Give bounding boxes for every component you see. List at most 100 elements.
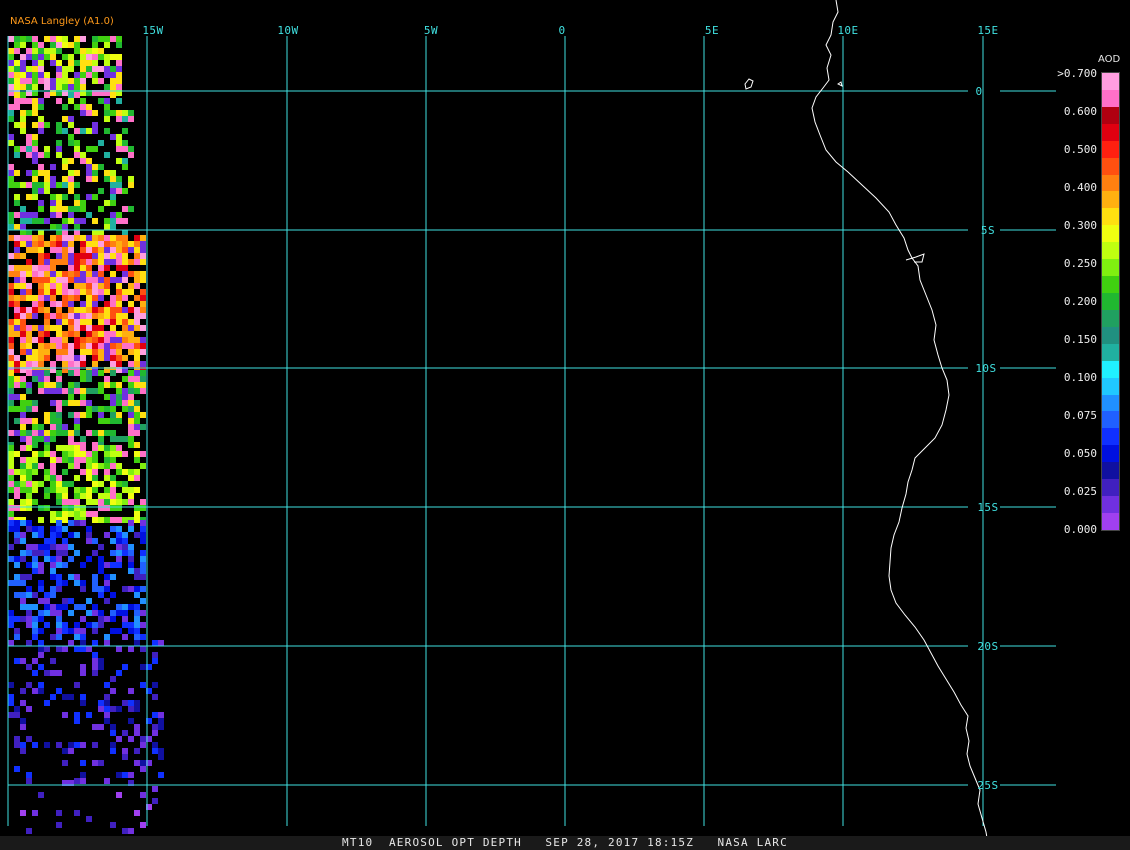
aerosol-pixel [128, 706, 134, 712]
aerosol-pixel [50, 517, 56, 523]
aerosol-pixel [68, 307, 74, 313]
aerosol-pixel [26, 295, 32, 301]
aerosol-pixel [98, 78, 104, 84]
aerosol-pixel [80, 664, 86, 670]
aerosol-pixel [50, 562, 56, 568]
aerosol-pixel [140, 313, 146, 319]
aerosol-pixel [80, 48, 86, 54]
aerosol-pixel [14, 361, 20, 367]
aerosol-pixel [20, 224, 26, 230]
aerosol-pixel [116, 469, 122, 475]
aerosol-pixel [32, 469, 38, 475]
legend-colorbar [1101, 72, 1120, 531]
aerosol-pixel [92, 652, 98, 658]
aerosol-pixel [20, 128, 26, 134]
aerosol-pixel [32, 42, 38, 48]
aerosol-pixel [98, 355, 104, 361]
aerosol-pixel [44, 146, 50, 152]
aerosol-pixel [26, 370, 32, 376]
map-view[interactable]: 15W 10W 5W 0 5E 10E 15E 0 5S 10S 15S 20S… [0, 0, 1130, 850]
aerosol-pixel [62, 598, 68, 604]
aerosol-pixel [116, 116, 122, 122]
aerosol-pixel [104, 218, 110, 224]
aerosol-pixel [50, 301, 56, 307]
aerosol-pixel [140, 361, 146, 367]
aerosol-pixel [50, 164, 56, 170]
aerosol-pixel [80, 388, 86, 394]
aerosol-pixel [50, 200, 56, 206]
aerosol-pixel [110, 412, 116, 418]
aerosol-pixel [44, 412, 50, 418]
aerosol-pixel [32, 442, 38, 448]
aerosol-pixel [80, 628, 86, 634]
aerosol-pixel [62, 445, 68, 451]
aerosol-pixel [38, 164, 44, 170]
aerosol-pixel [14, 538, 20, 544]
aerosol-pixel [68, 505, 74, 511]
aerosol-pixel [128, 325, 134, 331]
aerosol-pixel [8, 622, 14, 628]
aerosol-pixel [128, 382, 134, 388]
aerosol-pixel [68, 206, 74, 212]
aerosol-pixel [116, 610, 122, 616]
aerosol-pixel [86, 265, 92, 271]
aerosol-pixel [68, 170, 74, 176]
africa-coastline [811, 0, 990, 850]
aerosol-pixel [50, 224, 56, 230]
aerosol-pixel [20, 436, 26, 442]
aerosol-pixel [32, 361, 38, 367]
aerosol-pixel [68, 556, 74, 562]
aerosol-pixel [104, 457, 110, 463]
aerosol-pixel [44, 259, 50, 265]
aerosol-pixel [104, 430, 110, 436]
aerosol-pixel [134, 337, 140, 343]
aerosol-pixel [80, 586, 86, 592]
aerosol-pixel [110, 400, 116, 406]
lat-label-15s: 15S [977, 501, 998, 514]
aerosol-pixel [92, 218, 98, 224]
aerosol-pixel [116, 84, 122, 90]
aerosol-pixel [14, 283, 20, 289]
aerosol-pixel [68, 640, 74, 646]
aerosol-pixel [32, 146, 38, 152]
aerosol-pixel [26, 604, 32, 610]
aerosol-pixel [128, 400, 134, 406]
aerosol-pixel [56, 370, 62, 376]
aerosol-pixel [44, 277, 50, 283]
aerosol-pixel [80, 253, 86, 259]
aerosol-pixel [14, 562, 20, 568]
aerosol-pixel [140, 241, 146, 247]
aerosol-pixel [62, 355, 68, 361]
aerosol-pixel [128, 301, 134, 307]
aerosol-pixel [38, 104, 44, 110]
aerosol-pixel [56, 616, 62, 622]
aerosol-pixel [86, 598, 92, 604]
legend-swatch [1102, 140, 1119, 158]
aerosol-data-swath [8, 36, 164, 834]
legend-tick: 0.150 [1063, 333, 1097, 346]
aerosol-pixel [110, 517, 116, 523]
aerosol-pixel [20, 505, 26, 511]
aerosol-pixel [110, 475, 116, 481]
aerosol-pixel [8, 337, 14, 343]
aerosol-pixel [8, 84, 14, 90]
map-canvas[interactable]: 15W 10W 5W 0 5E 10E 15E 0 5S 10S 15S 20S… [0, 0, 1130, 850]
aerosol-pixel [116, 42, 122, 48]
aerosol-pixel [98, 188, 104, 194]
aerosol-pixel [86, 104, 92, 110]
aerosol-pixel [110, 499, 116, 505]
aerosol-pixel [80, 394, 86, 400]
aerosol-pixel [116, 331, 122, 337]
aerosol-pixel [110, 457, 116, 463]
aerosol-pixel [50, 388, 56, 394]
aerosol-pixel [116, 235, 122, 241]
aerosol-pixel [56, 289, 62, 295]
aerosol-pixel [128, 604, 134, 610]
aerosol-pixel [68, 140, 74, 146]
aerosol-pixel [92, 760, 98, 766]
aerosol-pixel [86, 457, 92, 463]
legend-tick: 0.600 [1063, 105, 1097, 118]
aerosol-pixel [38, 48, 44, 54]
aerosol-pixel [122, 748, 128, 754]
aerosol-pixel [26, 828, 32, 834]
